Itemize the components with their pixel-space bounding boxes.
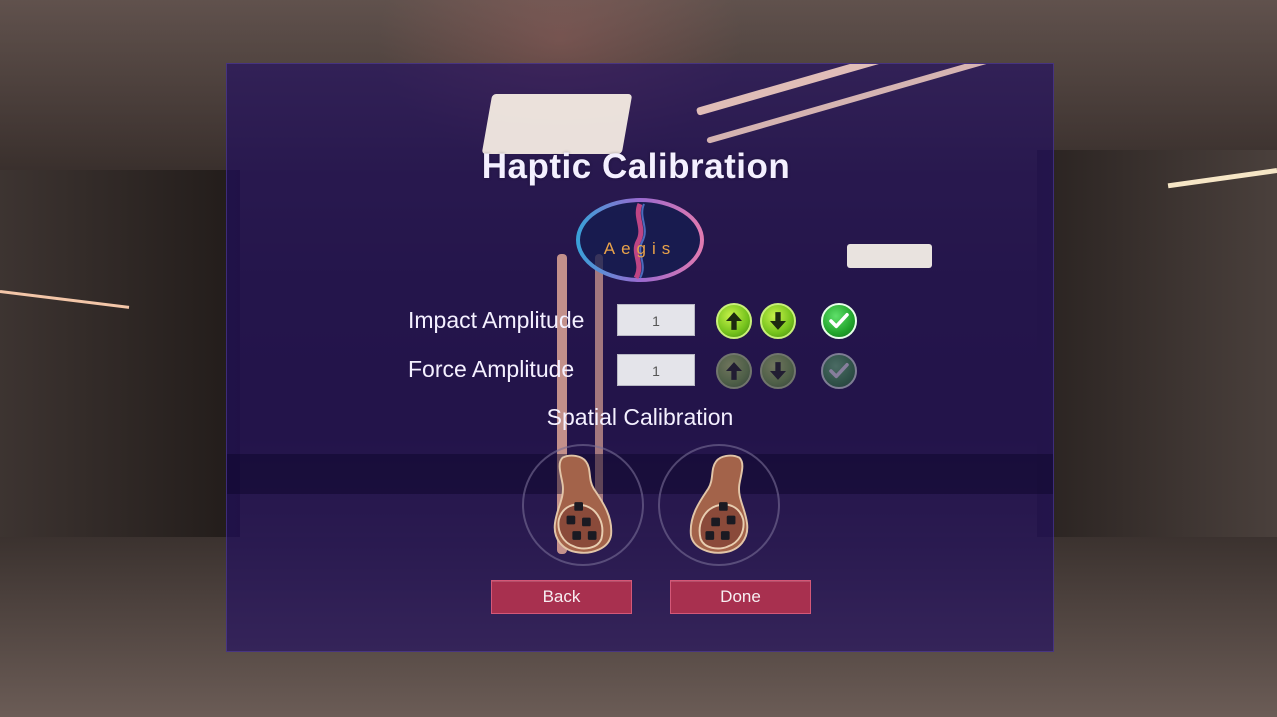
impact-increase-button[interactable] [716, 303, 752, 339]
arrow-up-icon [726, 312, 742, 330]
force-amplitude-label: Force Amplitude [408, 356, 575, 382]
aegis-logo-icon: Aegis [576, 198, 704, 282]
light-strip [695, 64, 1016, 116]
force-confirm-button[interactable] [821, 353, 857, 389]
impact-decrease-button[interactable] [760, 303, 796, 339]
left-wall [0, 170, 240, 550]
light-strip [706, 64, 1016, 144]
impact-amplitude-label: Impact Amplitude [408, 307, 585, 333]
ceiling-lamp [481, 94, 633, 154]
done-button[interactable]: Done [670, 580, 811, 614]
force-amplitude-input[interactable]: 1 [617, 354, 695, 386]
force-increase-button[interactable] [716, 353, 752, 389]
right-wall [1037, 150, 1277, 550]
hand-sensor-icon [553, 454, 613, 554]
checkmark-icon [829, 313, 849, 329]
checkmark-icon [829, 363, 849, 379]
spatial-calibration-label: Spatial Calibration [546, 404, 734, 430]
page-title: Haptic Calibration [481, 147, 791, 186]
left-hand-calibration[interactable] [522, 444, 644, 566]
force-decrease-button[interactable] [760, 353, 796, 389]
arrow-down-icon [770, 312, 786, 330]
right-hand-calibration[interactable] [658, 444, 780, 566]
logo-text: Aegis [604, 239, 677, 258]
impact-confirm-button[interactable] [821, 303, 857, 339]
arrow-up-icon [726, 362, 742, 380]
back-button[interactable]: Back [491, 580, 632, 614]
impact-amplitude-input[interactable]: 1 [617, 304, 695, 336]
hand-sensor-icon [689, 454, 749, 554]
arrow-down-icon [770, 362, 786, 380]
ceiling-lamp [847, 244, 932, 268]
